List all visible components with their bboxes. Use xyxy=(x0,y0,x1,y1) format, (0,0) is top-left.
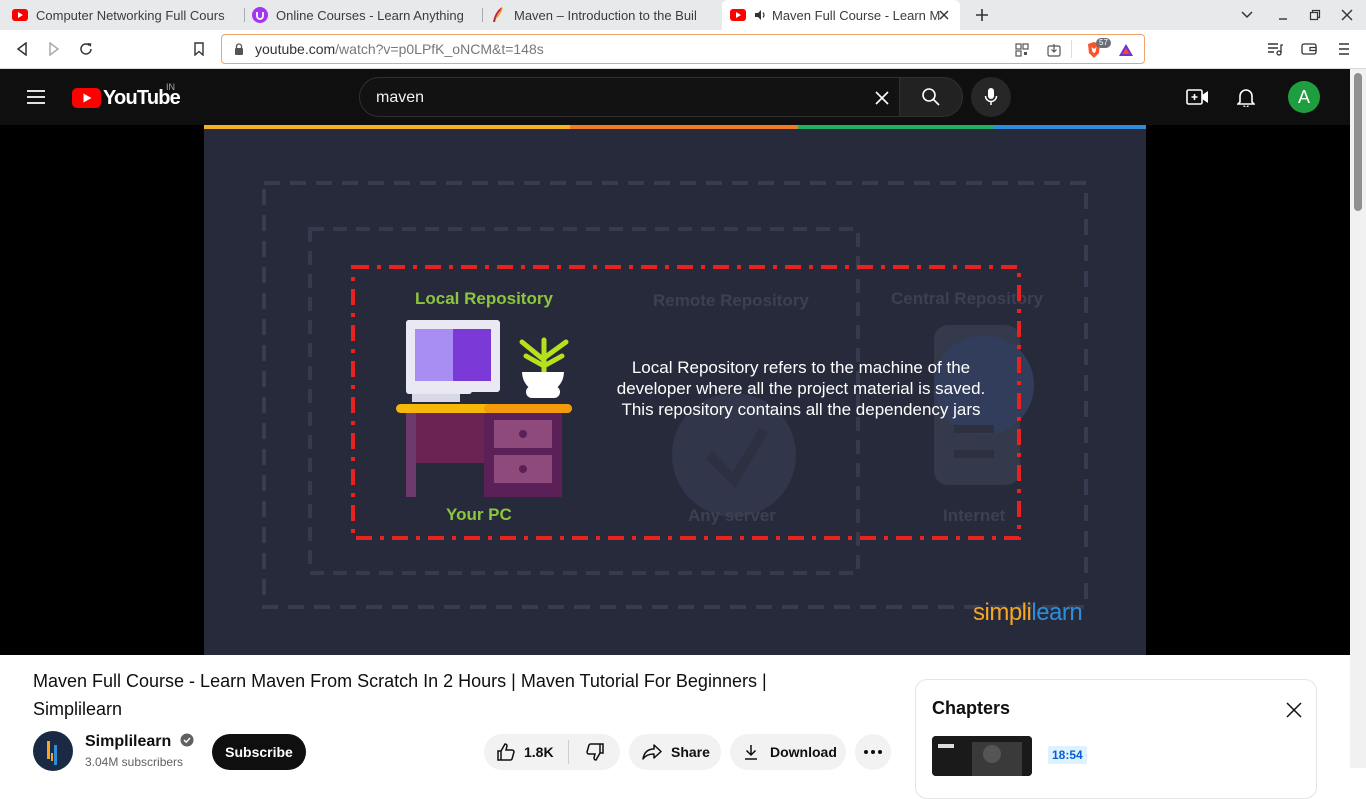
voice-search-button[interactable] xyxy=(971,77,1011,117)
brave-rewards-icon[interactable] xyxy=(1117,41,1135,59)
youtube-logo-icon xyxy=(72,88,101,108)
url-text[interactable]: youtube.com/watch?v=p0LPfK_oNCM&t=148s xyxy=(255,41,544,57)
hamburger-menu-icon[interactable] xyxy=(24,85,48,109)
chapter-thumbnail[interactable] xyxy=(932,736,1032,776)
wallet-icon[interactable] xyxy=(1299,39,1319,59)
url-host: youtube.com xyxy=(255,41,336,57)
video-player[interactable]: Remote Repository Central Repository Any… xyxy=(0,125,1350,655)
youtube-icon xyxy=(730,7,746,23)
back-icon[interactable] xyxy=(12,39,32,59)
maven-feather-icon xyxy=(490,7,506,23)
tab-maven-full-course[interactable]: Maven Full Course - Learn M xyxy=(722,0,960,30)
minimize-icon[interactable] xyxy=(1273,5,1293,25)
youtube-icon xyxy=(12,7,28,23)
search-icon xyxy=(922,88,940,106)
download-icon xyxy=(745,745,757,760)
video-title: Maven Full Course - Learn Maven From Scr… xyxy=(33,671,767,719)
close-tab-icon[interactable] xyxy=(936,7,952,23)
tab-separator xyxy=(244,8,245,22)
more-horizontal-icon xyxy=(864,750,882,754)
tab-search-chevron-down-icon[interactable] xyxy=(1237,5,1257,25)
slide-description: Local Repository refers to the machine o… xyxy=(616,358,986,419)
address-bar[interactable]: youtube.com/watch?v=p0LPfK_oNCM&t=148s 5… xyxy=(221,34,1145,64)
dislike-button[interactable] xyxy=(569,734,620,770)
menu-icon[interactable] xyxy=(1334,39,1354,59)
browser-nav-bar: youtube.com/watch?v=p0LPfK_oNCM&t=148s 5… xyxy=(0,30,1366,69)
bookmark-icon[interactable] xyxy=(189,39,209,59)
close-window-icon[interactable] xyxy=(1337,5,1357,25)
like-count: 1.8K xyxy=(524,744,554,760)
chapter-timestamp[interactable]: 18:54 xyxy=(1048,746,1087,764)
share-icon xyxy=(642,744,662,760)
scrollbar-thumb[interactable] xyxy=(1354,73,1362,211)
youtube-header: YouTube IN maven A xyxy=(0,69,1350,125)
thumbs-down-icon xyxy=(585,743,604,761)
verified-badge-icon xyxy=(180,733,194,747)
search-button[interactable] xyxy=(899,77,963,117)
shields-count-badge: 57 xyxy=(1096,38,1111,48)
simplilearn-watermark: simplilearn xyxy=(973,599,1083,626)
tab-title: Online Courses - Learn Anything xyxy=(276,7,464,23)
more-actions-button[interactable] xyxy=(855,734,891,770)
user-avatar[interactable]: A xyxy=(1288,81,1320,113)
tab-computer-networking[interactable]: Computer Networking Full Cours xyxy=(12,0,242,30)
close-chapters-icon[interactable] xyxy=(1282,698,1306,722)
tab-title: Maven – Introduction to the Buil xyxy=(514,7,697,23)
clear-search-icon[interactable] xyxy=(872,88,892,108)
region-code: IN xyxy=(166,82,175,92)
reload-icon[interactable] xyxy=(76,39,96,59)
local-repository-label: Local Repository xyxy=(415,289,553,308)
chapters-panel: Chapters 18:54 xyxy=(915,679,1317,799)
share-button[interactable]: Share xyxy=(629,734,721,770)
notifications-bell-icon[interactable] xyxy=(1234,85,1258,109)
qr-code-icon[interactable] xyxy=(1013,41,1031,59)
channel-name[interactable]: Simplilearn xyxy=(85,733,194,751)
url-path: /watch?v=p0LPfK_oNCM&t=148s xyxy=(335,41,544,57)
chapters-title: Chapters xyxy=(932,698,1011,718)
like-dislike-group: 1.8K xyxy=(484,734,620,770)
browser-tab-bar: Computer Networking Full Cours Online Co… xyxy=(0,0,1366,30)
monitor-screen xyxy=(406,320,500,392)
subscribe-button[interactable]: Subscribe xyxy=(212,734,306,770)
tab-separator xyxy=(482,8,483,22)
channel-avatar[interactable] xyxy=(33,731,73,771)
divider xyxy=(1071,40,1072,58)
forward-icon[interactable] xyxy=(44,39,64,59)
like-button[interactable]: 1.8K xyxy=(484,734,568,770)
tab-title: Maven Full Course - Learn M xyxy=(772,7,941,23)
search-value: maven xyxy=(376,89,425,106)
page-scrollbar[interactable] xyxy=(1350,69,1366,768)
search-input[interactable]: maven xyxy=(359,77,900,117)
create-video-icon[interactable] xyxy=(1185,85,1211,109)
tab-maven-introduction[interactable]: Maven – Introduction to the Buil xyxy=(490,0,718,30)
download-button[interactable]: Download xyxy=(730,734,846,770)
new-tab-icon[interactable] xyxy=(972,5,992,25)
subscriber-count: 3.04M subscribers xyxy=(85,755,184,769)
install-app-icon[interactable] xyxy=(1045,41,1063,59)
microphone-icon xyxy=(984,88,998,105)
tab-online-courses[interactable]: Online Courses - Learn Anything xyxy=(252,0,480,30)
speaker-icon[interactable] xyxy=(754,7,766,23)
restore-icon[interactable] xyxy=(1305,5,1325,25)
thumbs-up-icon xyxy=(497,743,515,761)
youtube-logo[interactable]: YouTube IN xyxy=(72,82,192,110)
playlist-icon[interactable] xyxy=(1265,39,1285,59)
lock-icon[interactable] xyxy=(232,42,246,56)
video-frame[interactable]: Remote Repository Central Repository Any… xyxy=(204,125,1146,655)
tab-title: Computer Networking Full Cours xyxy=(36,7,225,23)
udemy-icon xyxy=(252,7,268,23)
your-pc-label: Your PC xyxy=(446,505,512,524)
